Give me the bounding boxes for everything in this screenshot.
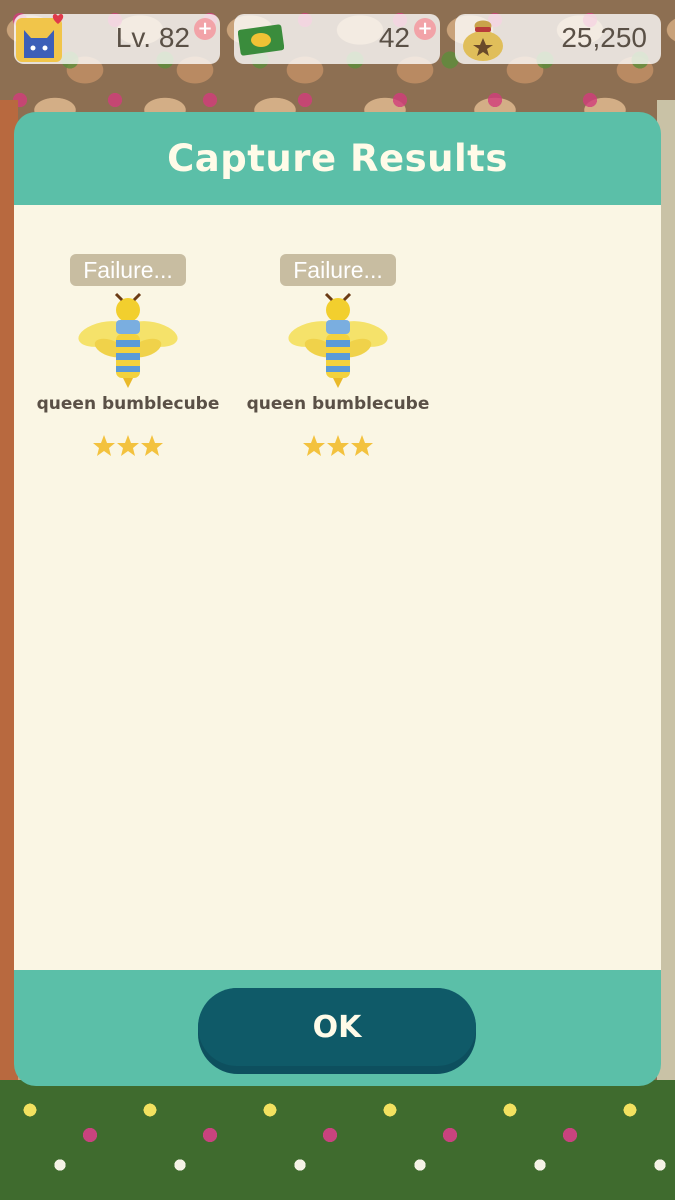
level-info-button[interactable]: + (194, 18, 216, 40)
bell-bag-icon (463, 20, 503, 61)
rarity-stars (302, 434, 374, 460)
bee-icon (78, 292, 178, 388)
level-display[interactable]: Lv. 82 + (14, 13, 220, 64)
leaf-ticket-display[interactable]: 42 + (234, 14, 440, 64)
star-icon (117, 435, 139, 456)
bells-count: 25,250 (561, 22, 647, 53)
ok-button[interactable]: OK (198, 988, 476, 1074)
leaf-ticket-icon (238, 24, 284, 56)
rarity-stars (92, 434, 164, 460)
star-icon (93, 435, 115, 456)
capture-results-dialog: Capture Results Failure... queen bumblec… (14, 112, 661, 1086)
bug-name: queen bumblecube (246, 394, 430, 414)
star-icon (141, 435, 163, 456)
star-icon (303, 435, 325, 456)
star-icon (327, 435, 349, 456)
result-card: Failure... queen bumblecube (244, 254, 454, 484)
star-icon (351, 435, 373, 456)
result-status-badge: Failure... (70, 254, 186, 286)
dialog-title: Capture Results (167, 137, 508, 180)
bee-icon (288, 292, 388, 388)
ok-button-label: OK (198, 988, 476, 1066)
level-value: Lv. 82 (115, 22, 190, 53)
result-status-badge: Failure... (280, 254, 396, 286)
cat-face-icon (16, 13, 64, 62)
bells-display: 25,250 (455, 14, 661, 64)
bug-name: queen bumblecube (36, 394, 220, 414)
flower-bed (0, 1080, 675, 1200)
buy-tickets-button[interactable]: + (414, 18, 436, 40)
result-card: Failure... queen bumblecube (34, 254, 244, 484)
leaf-ticket-count: 42 (378, 22, 410, 53)
